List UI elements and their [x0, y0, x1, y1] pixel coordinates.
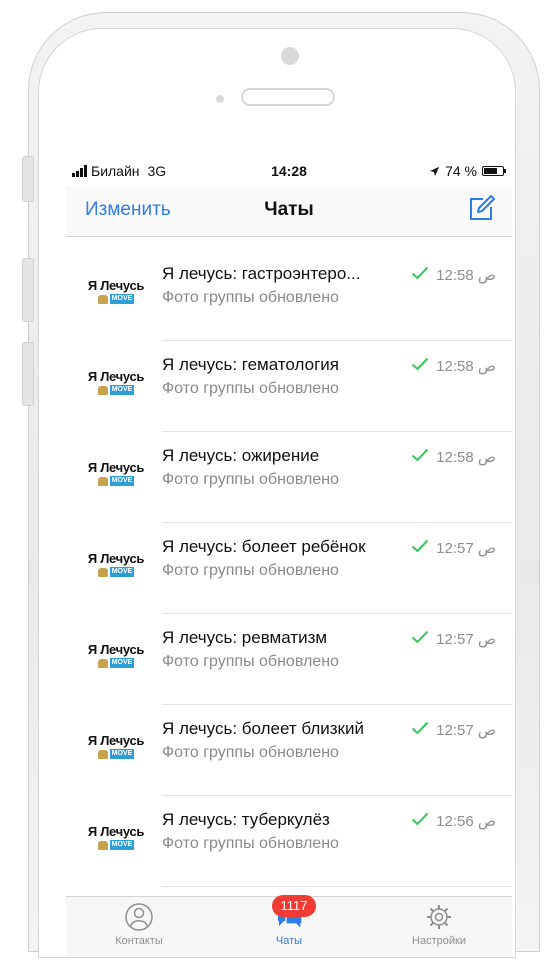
avatar-logo: MOVE: [84, 476, 148, 486]
avatar-logo: MOVE: [84, 658, 148, 668]
chat-name: Я лечусь: туберкулёз: [162, 810, 330, 829]
checkmark-icon: [411, 266, 429, 280]
chat-preview: Фото группы обновлено: [162, 562, 339, 579]
chat-time: 12:58 ص: [436, 358, 496, 375]
chat-preview: Фото группы обновлено: [162, 380, 339, 397]
chat-row[interactable]: Я Лечусь MOVE Я лечусь: гематология Фото…: [66, 341, 512, 432]
screen: Билайн 3G 14:28 74 % Изменить Чаты Я Леч…: [66, 156, 512, 956]
chat-row[interactable]: Я Лечусь MOVE Я лечусь: гастроэнтеро... …: [66, 250, 512, 341]
avatar-text: Я Лечусь: [87, 460, 145, 475]
avatar-badge: MOVE: [109, 294, 135, 304]
group-avatar: Я Лечусь MOVE: [84, 551, 148, 591]
avatar-logo: MOVE: [84, 749, 148, 759]
logo-symbol-icon: [97, 567, 108, 577]
battery-icon: [482, 166, 506, 176]
logo-symbol-icon: [97, 385, 108, 395]
status-right: 74 %: [429, 163, 506, 179]
chat-row[interactable]: Я Лечусь MOVE Я лечусь: ожирение Фото гр…: [66, 432, 512, 523]
avatar-badge: MOVE: [109, 567, 135, 577]
status-bar: Билайн 3G 14:28 74 %: [66, 156, 512, 186]
logo-symbol-icon: [97, 658, 108, 668]
tab-settings-label: Настройки: [412, 935, 466, 947]
page-title: Чаты: [264, 199, 314, 220]
group-avatar: Я Лечусь MOVE: [84, 369, 148, 409]
chat-time: 12:56 ص: [436, 813, 496, 830]
chat-preview: Фото группы обновлено: [162, 653, 339, 670]
chat-preview: Фото группы обновлено: [162, 744, 339, 761]
tab-contacts-label: Контакты: [115, 935, 163, 947]
chat-time: 12:57 ص: [436, 722, 496, 739]
chat-name: Я лечусь: болеет ребёнок: [162, 537, 366, 556]
avatar-text: Я Лечусь: [87, 551, 145, 566]
location-arrow-icon: [429, 166, 440, 176]
avatar-logo: MOVE: [84, 294, 148, 304]
checkmark-icon: [411, 448, 429, 462]
avatar-text: Я Лечусь: [87, 733, 145, 748]
logo-symbol-icon: [97, 476, 108, 486]
chat-row[interactable]: Я Лечусь MOVE Я лечусь: туберкулёз Фото …: [66, 796, 512, 887]
group-avatar: Я Лечусь MOVE: [84, 642, 148, 682]
avatar-badge: MOVE: [109, 476, 135, 486]
avatar-badge: MOVE: [109, 749, 135, 759]
chat-preview: Фото группы обновлено: [162, 289, 339, 306]
chat-name: Я лечусь: ожирение: [162, 446, 320, 465]
avatar-badge: MOVE: [109, 658, 135, 668]
avatar-logo: MOVE: [84, 840, 148, 850]
navigation-bar: Изменить Чаты: [66, 186, 512, 237]
chat-time: 12:58 ص: [436, 449, 496, 466]
logo-symbol-icon: [97, 294, 108, 304]
chat-row[interactable]: Я Лечусь MOVE Я лечусь: ревматизм Фото г…: [66, 614, 512, 705]
logo-symbol-icon: [97, 749, 108, 759]
avatar-logo: MOVE: [84, 385, 148, 395]
row-divider: [162, 886, 512, 887]
proximity-sensor: [216, 95, 224, 103]
checkmark-icon: [411, 721, 429, 735]
logo-symbol-icon: [97, 840, 108, 850]
battery-percent: 74 %: [445, 163, 477, 179]
chat-name: Я лечусь: гастроэнтеро...: [162, 264, 361, 283]
volume-down-button: [22, 342, 34, 406]
checkmark-icon: [411, 630, 429, 644]
checkmark-icon: [411, 357, 429, 371]
chat-time: 12:57 ص: [436, 540, 496, 557]
tab-bar: Контакты Чаты 1117 Настройки: [66, 895, 512, 956]
chat-preview: Фото группы обновлено: [162, 835, 339, 852]
chat-name: Я лечусь: гематология: [162, 355, 339, 374]
checkmark-icon: [411, 812, 429, 826]
front-camera: [281, 47, 299, 65]
avatar-text: Я Лечусь: [87, 642, 145, 657]
gear-icon: [427, 905, 451, 929]
tab-settings[interactable]: Настройки: [379, 903, 499, 947]
contacts-icon: [125, 903, 153, 931]
group-avatar: Я Лечусь MOVE: [84, 824, 148, 864]
avatar-logo: MOVE: [84, 567, 148, 577]
chat-row[interactable]: Я Лечусь MOVE Я лечусь: болеет близкий Ф…: [66, 705, 512, 796]
unread-badge: 1117: [272, 895, 316, 917]
avatar-text: Я Лечусь: [87, 278, 145, 293]
mute-switch: [22, 156, 34, 202]
chat-row[interactable]: Я Лечусь MOVE Я лечусь: болеет ребёнок Ф…: [66, 523, 512, 614]
chat-list: Я Лечусь MOVE Я лечусь: гастроэнтеро... …: [66, 250, 512, 887]
avatar-text: Я Лечусь: [87, 824, 145, 839]
avatar-badge: MOVE: [109, 385, 135, 395]
chat-preview: Фото группы обновлено: [162, 471, 339, 488]
compose-icon[interactable]: [466, 194, 496, 224]
group-avatar: Я Лечусь MOVE: [84, 460, 148, 500]
group-avatar: Я Лечусь MOVE: [84, 278, 148, 318]
tab-contacts[interactable]: Контакты: [79, 903, 199, 947]
chat-time: 12:58 ص: [436, 267, 496, 284]
volume-up-button: [22, 258, 34, 322]
avatar-badge: MOVE: [109, 840, 135, 850]
chat-name: Я лечусь: ревматизм: [162, 628, 328, 647]
checkmark-icon: [411, 539, 429, 553]
tab-chats-label: Чаты: [275, 935, 303, 947]
group-avatar: Я Лечусь MOVE: [84, 733, 148, 773]
chat-name: Я лечусь: болеет близкий: [162, 719, 364, 738]
earpiece-speaker: [241, 88, 335, 106]
avatar-text: Я Лечусь: [87, 369, 145, 384]
chat-time: 12:57 ص: [436, 631, 496, 648]
